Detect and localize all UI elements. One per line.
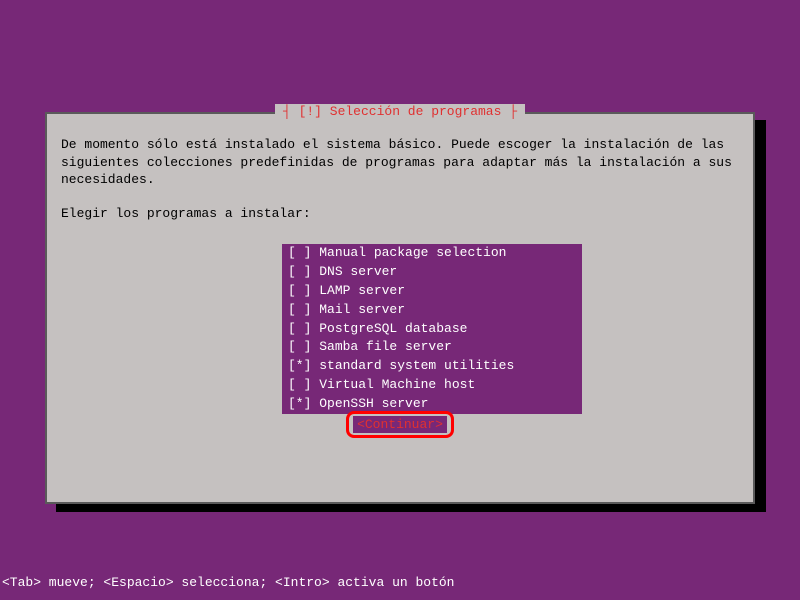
- list-item[interactable]: [ ] PostgreSQL database: [282, 320, 582, 339]
- checkbox-icon: [*]: [288, 358, 311, 373]
- list-item-label: DNS server: [319, 264, 397, 279]
- checkbox-icon: [ ]: [288, 302, 311, 317]
- continue-button[interactable]: <Continuar>: [353, 416, 447, 433]
- dialog-title: [!] Selección de programas: [299, 104, 502, 119]
- dialog-description: De momento sólo está instalado el sistem…: [61, 136, 739, 189]
- checkbox-icon: [ ]: [288, 321, 311, 336]
- list-item[interactable]: [ ] Mail server: [282, 301, 582, 320]
- list-item-label: Mail server: [319, 302, 405, 317]
- dialog-prompt: Elegir los programas a instalar:: [61, 206, 311, 221]
- list-item-label: PostgreSQL database: [319, 321, 467, 336]
- highlight-ring: <Continuar>: [346, 411, 454, 438]
- list-item-label: Samba file server: [319, 339, 452, 354]
- list-item-label: OpenSSH server: [319, 396, 428, 411]
- list-item-label: LAMP server: [319, 283, 405, 298]
- checkbox-icon: [ ]: [288, 377, 311, 392]
- footer-hint: <Tab> mueve; <Espacio> selecciona; <Intr…: [2, 575, 454, 590]
- list-item[interactable]: [*] standard system utilities: [282, 357, 582, 376]
- title-suffix: ├: [501, 104, 517, 119]
- list-item[interactable]: [ ] LAMP server: [282, 282, 582, 301]
- list-item[interactable]: [ ] Manual package selection: [282, 244, 582, 263]
- checkbox-icon: [*]: [288, 396, 311, 411]
- checkbox-icon: [ ]: [288, 283, 311, 298]
- list-item[interactable]: [ ] DNS server: [282, 263, 582, 282]
- dialog-title-bar: ┤ [!] Selección de programas ├: [0, 104, 800, 119]
- list-item[interactable]: [ ] Samba file server: [282, 338, 582, 357]
- list-item-label: standard system utilities: [319, 358, 514, 373]
- tasksel-dialog: De momento sólo está instalado el sistem…: [45, 112, 755, 504]
- list-item-label: Virtual Machine host: [319, 377, 475, 392]
- package-list: [ ] Manual package selection [ ] DNS ser…: [282, 244, 582, 414]
- checkbox-icon: [ ]: [288, 245, 311, 260]
- list-item-label: Manual package selection: [319, 245, 506, 260]
- checkbox-icon: [ ]: [288, 339, 311, 354]
- checkbox-icon: [ ]: [288, 264, 311, 279]
- title-prefix: ┤: [283, 104, 299, 119]
- continue-container: <Continuar>: [47, 411, 753, 438]
- list-item[interactable]: [ ] Virtual Machine host: [282, 376, 582, 395]
